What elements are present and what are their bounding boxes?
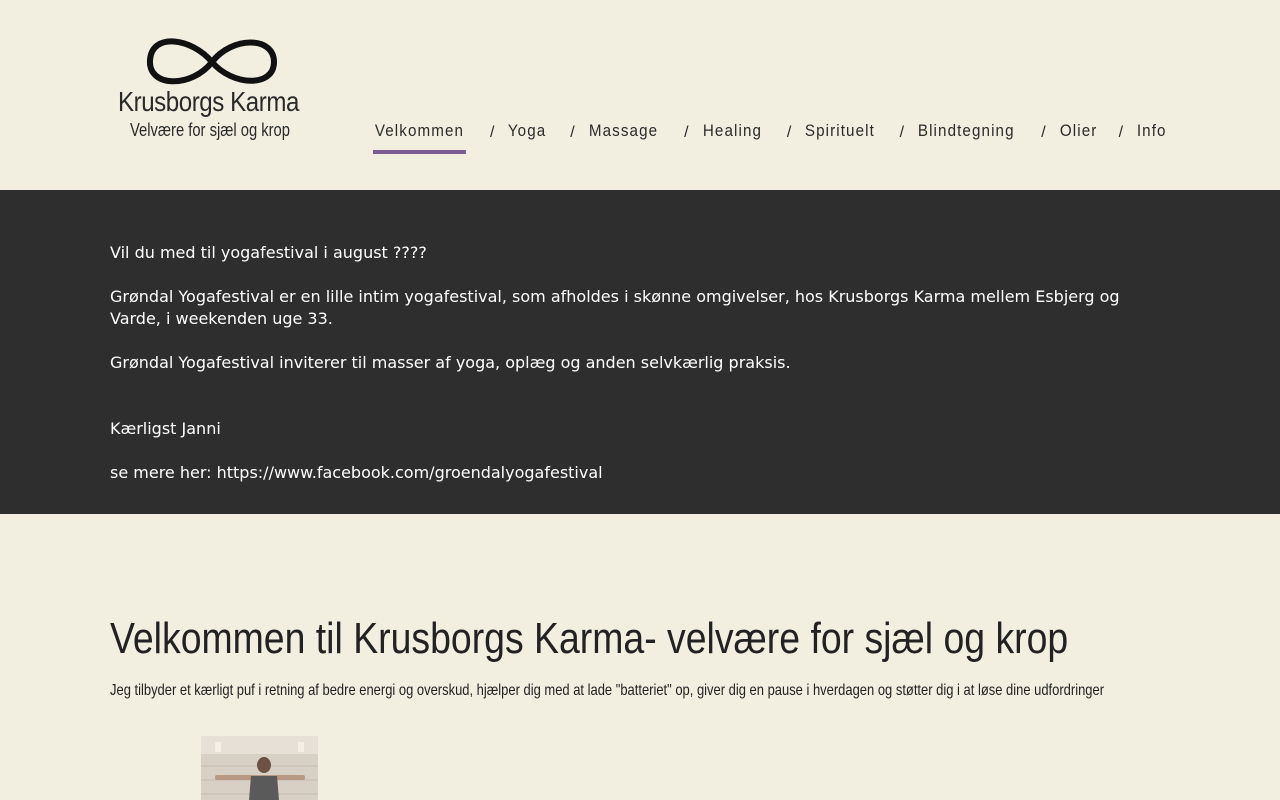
logo-title: Krusborgs Karma: [118, 86, 299, 117]
intro-text: Jeg tilbyder et kærligt puf i retning af…: [110, 682, 1105, 699]
nav-separator: /: [570, 124, 575, 141]
announcement-paragraph: Grøndal Yogafestival inviterer til masse…: [110, 353, 791, 372]
main-navigation: Velkommen / Yoga / Massage / Healing / S…: [373, 120, 1171, 156]
nav-item-yoga[interactable]: Yoga: [506, 120, 548, 150]
page-title: Velkommen til Krusborgs Karma- velvære f…: [110, 614, 1069, 663]
nav-separator: /: [490, 124, 495, 141]
link-prefix: se mere her:: [110, 463, 217, 482]
announcement-paragraph: Grøndal Yogafestival er en lille intim y…: [110, 287, 1120, 328]
nav-separator: /: [1041, 124, 1046, 141]
nav-item-healing[interactable]: Healing: [701, 120, 764, 150]
nav-item-info[interactable]: Info: [1135, 120, 1168, 150]
nav-item-blindtegning[interactable]: Blindtegning: [916, 120, 1016, 150]
nav-separator: /: [684, 124, 689, 141]
announcement-signature: Kærligst Janni: [110, 419, 221, 438]
announcement-text: Vil du med til yogafestival i august ???…: [110, 242, 1170, 484]
yoga-pose-image: [201, 736, 318, 800]
site-header: Krusborgs Karma Velvære for sjæl og krop…: [0, 0, 1280, 190]
nav-item-massage[interactable]: Massage: [587, 120, 660, 150]
nav-item-olier[interactable]: Olier: [1058, 120, 1099, 150]
announcement-banner: Vil du med til yogafestival i august ???…: [0, 190, 1280, 514]
yoga-photo: [201, 736, 318, 800]
nav-separator: /: [786, 124, 792, 141]
logo-subtitle: Velvære for sjæl og krop: [130, 120, 290, 140]
nav-separator: /: [1118, 124, 1124, 141]
facebook-link[interactable]: https://www.facebook.com/groendalyogafes…: [217, 463, 603, 482]
welcome-section: Velkommen til Krusborgs Karma- velvære f…: [110, 614, 1210, 699]
announcement-headline: Vil du med til yogafestival i august ???…: [110, 243, 427, 262]
nav-separator: /: [899, 124, 905, 141]
nav-item-spirituelt[interactable]: Spirituelt: [803, 120, 877, 150]
nav-item-velkommen[interactable]: Velkommen: [373, 120, 466, 154]
site-logo[interactable]: Krusborgs Karma Velvære for sjæl og krop: [112, 30, 312, 150]
announcement-link-line: se mere her: https://www.facebook.com/gr…: [110, 462, 1170, 484]
